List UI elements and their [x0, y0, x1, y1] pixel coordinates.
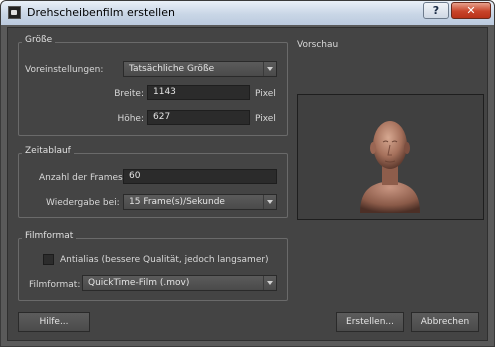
playback-dropdown[interactable]: 15 Frame(s)/Sekunde	[123, 194, 277, 210]
close-button[interactable]: ✕	[451, 2, 491, 19]
create-button[interactable]: Erstellen...	[336, 312, 404, 332]
preview-label: Vorschau	[297, 40, 339, 50]
app-icon	[8, 6, 21, 19]
cancel-button[interactable]: Abbrechen	[411, 312, 479, 332]
chevron-down-icon	[263, 62, 276, 76]
dialog-window: Drehscheibenfilm erstellen ? ✕ Größe Vor…	[0, 0, 495, 347]
preset-label: Voreinstellungen:	[25, 65, 104, 75]
width-field[interactable]: 1143	[147, 85, 250, 100]
head-bust-model	[360, 121, 420, 213]
height-field[interactable]: 627	[147, 110, 250, 125]
dialog-body: Größe Voreinstellungen: Tatsächliche Grö…	[7, 27, 488, 341]
timing-group-label: Zeitablauf	[22, 146, 74, 156]
width-unit: Pixel	[255, 89, 276, 99]
frames-field[interactable]: 60	[123, 169, 277, 184]
preset-value: Tatsächliche Größe	[129, 64, 215, 74]
height-label: Höhe:	[117, 114, 144, 124]
format-value: QuickTime-Film (.mov)	[88, 278, 190, 288]
help-button[interactable]: Hilfe...	[18, 312, 90, 332]
title-bar[interactable]: Drehscheibenfilm erstellen ? ✕	[1, 1, 494, 25]
format-dropdown[interactable]: QuickTime-Film (.mov)	[82, 275, 277, 291]
format-group	[18, 238, 288, 301]
width-label: Breite:	[114, 89, 144, 99]
window-title: Drehscheibenfilm erstellen	[27, 6, 175, 19]
help-title-button[interactable]: ?	[423, 2, 449, 19]
format-group-label: Filmformat	[22, 231, 77, 241]
antialias-label[interactable]: Antialias (bessere Qualität, jedoch lang…	[60, 255, 269, 265]
chevron-down-icon	[263, 195, 276, 209]
size-group-label: Größe	[22, 35, 56, 45]
format-label: Filmformat:	[29, 280, 81, 290]
playback-value: 15 Frame(s)/Sekunde	[129, 197, 225, 207]
antialias-checkbox[interactable]	[43, 254, 54, 265]
height-unit: Pixel	[255, 114, 276, 124]
frames-label: Anzahl der Frames:	[39, 173, 126, 183]
preview-panel	[297, 94, 484, 220]
playback-label: Wiedergabe bei:	[46, 198, 120, 208]
preset-dropdown[interactable]: Tatsächliche Größe	[123, 61, 277, 77]
chevron-down-icon	[263, 276, 276, 290]
